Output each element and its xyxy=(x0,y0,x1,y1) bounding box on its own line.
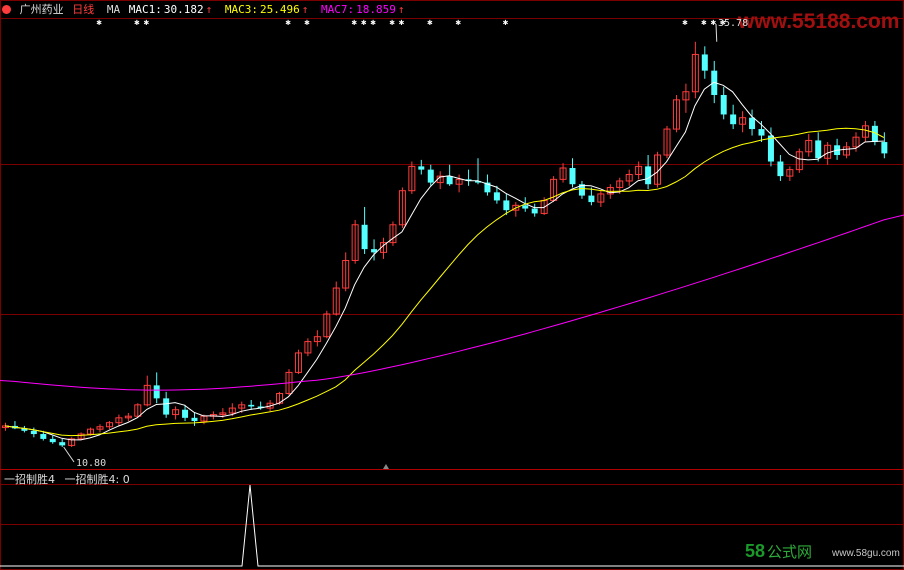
candle-body xyxy=(730,114,737,125)
candle-body xyxy=(182,409,189,418)
candle-body xyxy=(758,129,765,136)
stock-chart-window: ✱ ✱ ✱ ✱ ✱ ✱ ✱ ✱ ✱ ✱ ✱ ✱ ✱ ✱ ✱ ✱ ✱ 广州药业 日线 MA MAC1: 30.182… xyxy=(0,0,904,570)
candle-body xyxy=(446,176,453,185)
watermark-top-right: www.55188.com xyxy=(738,10,900,33)
candle-body xyxy=(720,95,727,115)
candle-body xyxy=(30,430,37,435)
candle-body xyxy=(777,161,784,177)
stock-name: 广州药业 xyxy=(19,3,64,16)
signal-marker-icon: ✱ xyxy=(304,18,310,28)
period-label[interactable]: 日线 xyxy=(72,3,94,16)
mac1-arrow: ↑ xyxy=(205,3,213,16)
signal-marker-icon: ✱ xyxy=(371,18,377,28)
signal-marker-icon: ✱ xyxy=(352,18,358,28)
signal-marker-icon: ✱ xyxy=(286,18,292,28)
logo-number: 58 xyxy=(745,541,766,561)
sub-panel-value: 一招制胜4: 0 xyxy=(64,473,130,486)
signal-marker-icon: ✱ xyxy=(682,18,688,28)
sub-panel-header: 一招制胜4 一招制胜4: 0 xyxy=(4,471,130,487)
mac1-label: MAC1: xyxy=(128,3,162,16)
candle-body xyxy=(749,117,756,130)
indicator-name[interactable]: MA xyxy=(107,3,120,16)
candle-body xyxy=(767,135,774,162)
candle-body xyxy=(191,417,198,422)
candle-body xyxy=(418,166,425,170)
candle-body xyxy=(569,168,576,185)
watermark-bottom-logo: 58 公式网 xyxy=(745,541,812,562)
signal-marker-icon: ✱ xyxy=(399,18,405,28)
mac1-value: 30.182 xyxy=(163,3,204,16)
mac7-label: MAC7: xyxy=(321,3,355,16)
candle-body xyxy=(645,166,652,185)
candle-body xyxy=(361,224,368,250)
mac3-label: MAC3: xyxy=(224,3,258,16)
candle-body xyxy=(427,169,434,183)
signal-marker-icon: ✱ xyxy=(701,18,707,28)
candle-body xyxy=(881,142,888,154)
scroll-marker-icon xyxy=(383,464,389,469)
candle-body xyxy=(493,192,500,201)
chart-canvas[interactable]: ✱ ✱ ✱ ✱ ✱ ✱ ✱ ✱ ✱ ✱ ✱ ✱ ✱ ✱ ✱ ✱ ✱ xyxy=(0,0,904,570)
candle-body xyxy=(49,438,56,443)
low-pointer xyxy=(63,446,75,463)
signal-marker-icon: ✱ xyxy=(389,18,395,28)
chart-header: 广州药业 日线 MA MAC1: 30.182 ↑ MAC3: 25.496 ↑ MAC… xyxy=(0,3,407,19)
candle-body xyxy=(701,54,708,71)
candle-body xyxy=(153,385,160,399)
candle-body xyxy=(522,205,529,209)
high-price-label: 35.78 xyxy=(718,18,749,29)
mac1-line xyxy=(4,81,884,441)
signal-marker-icon: ✱ xyxy=(456,18,462,28)
watermark-bottom-url: www.58gu.com xyxy=(832,548,900,559)
mac7-line xyxy=(0,214,904,391)
candle-body xyxy=(503,200,510,211)
signal-marker-icon: ✱ xyxy=(134,18,140,28)
signal-marker-icon: ✱ xyxy=(97,18,103,28)
high-pointer xyxy=(715,23,718,42)
candle-body xyxy=(588,195,595,203)
logo-text: 公式网 xyxy=(767,543,813,561)
signal-marker-icon: ✱ xyxy=(427,18,433,28)
signal-marker-icon: ✱ xyxy=(503,18,509,28)
candle-body xyxy=(163,398,170,415)
signal-marker-icon: ✱ xyxy=(144,18,150,28)
mac7-value: 18.859 xyxy=(356,3,396,16)
candle-body xyxy=(248,404,255,407)
low-price-label: 10.80 xyxy=(76,458,107,469)
candle-body xyxy=(531,208,538,214)
signal-marker-icon: ✱ xyxy=(361,18,367,28)
candle-body xyxy=(815,140,822,159)
settings-icon[interactable] xyxy=(2,5,11,14)
candle-body xyxy=(40,434,47,439)
mac3-arrow: ↑ xyxy=(301,3,309,16)
mac7-arrow: ↑ xyxy=(397,3,405,16)
mac3-value: 25.496 xyxy=(260,3,300,16)
candle-body xyxy=(59,442,66,446)
sub-panel-title: 一招制胜4 xyxy=(4,473,55,486)
